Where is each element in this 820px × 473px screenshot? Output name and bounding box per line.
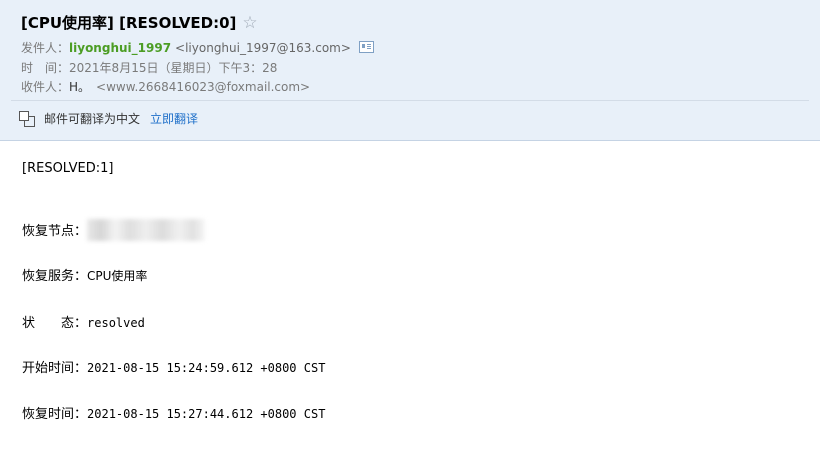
- start-time-value: 2021-08-15 15:24:59.612 +0800 CST: [87, 361, 326, 375]
- star-outline-icon[interactable]: ☆: [242, 13, 257, 33]
- recover-time-label: 恢复时间：: [22, 407, 88, 422]
- subject-text: [CPU使用率] [RESOLVED:0]: [21, 14, 237, 32]
- recipient-email[interactable]: <www.2668416023@foxmail.com>: [96, 80, 310, 94]
- time-value: 2021年8月15日（星期日）下午3：28: [69, 61, 278, 75]
- status-label: 状 态：: [22, 316, 88, 331]
- translate-bar: 邮件可翻译为中文 立即翻译: [19, 110, 198, 127]
- from-row: 发件人：liyonghui_1997 <liyonghui_1997@163.co…: [21, 39, 374, 56]
- email-subject: [CPU使用率] [RESOLVED:0] ☆: [21, 12, 258, 33]
- resolved-text: [RESOLVED:1]: [22, 161, 114, 176]
- from-label: 发件人：: [21, 41, 70, 55]
- time-label: 时 间：: [21, 61, 70, 75]
- status-value: resolved: [87, 316, 145, 330]
- start-time-label: 开始时间：: [22, 361, 88, 376]
- email-header: [CPU使用率] [RESOLVED:0] ☆ 发件人：liyonghui_19…: [0, 0, 820, 141]
- start-time-line: 开始时间：2021-08-15 15:24:59.612 +0800 CST: [22, 357, 325, 376]
- service-line: 恢复服务：CPU使用率: [22, 265, 147, 284]
- sender-name[interactable]: liyonghui_1997: [69, 41, 171, 55]
- recipient-name[interactable]: H。: [69, 80, 90, 94]
- service-value: CPU使用率: [87, 269, 148, 283]
- translate-icon: [19, 110, 35, 127]
- header-divider: [11, 100, 809, 101]
- node-line: 恢复节点：: [22, 219, 206, 241]
- recover-time-value: 2021-08-15 15:27:44.612 +0800 CST: [87, 407, 326, 421]
- to-row: 收件人：H。 <www.2668416023@foxmail.com>: [21, 78, 310, 95]
- service-label: 恢复服务：: [22, 269, 88, 284]
- translate-now-link[interactable]: 立即翻译: [150, 110, 198, 127]
- status-line: 状 态：resolved: [22, 312, 145, 331]
- sender-email[interactable]: <liyonghui_1997@163.com>: [175, 41, 351, 55]
- node-label: 恢复节点：: [22, 224, 88, 239]
- redacted-node-value: [87, 219, 206, 241]
- translate-text: 邮件可翻译为中文: [44, 112, 141, 126]
- contact-card-icon[interactable]: [358, 41, 374, 53]
- to-label: 收件人：: [21, 80, 70, 94]
- time-row: 时 间：2021年8月15日（星期日）下午3：28: [21, 59, 277, 76]
- recover-time-line: 恢复时间：2021-08-15 15:27:44.612 +0800 CST: [22, 403, 325, 422]
- resolved-line: [RESOLVED:1]: [22, 161, 113, 176]
